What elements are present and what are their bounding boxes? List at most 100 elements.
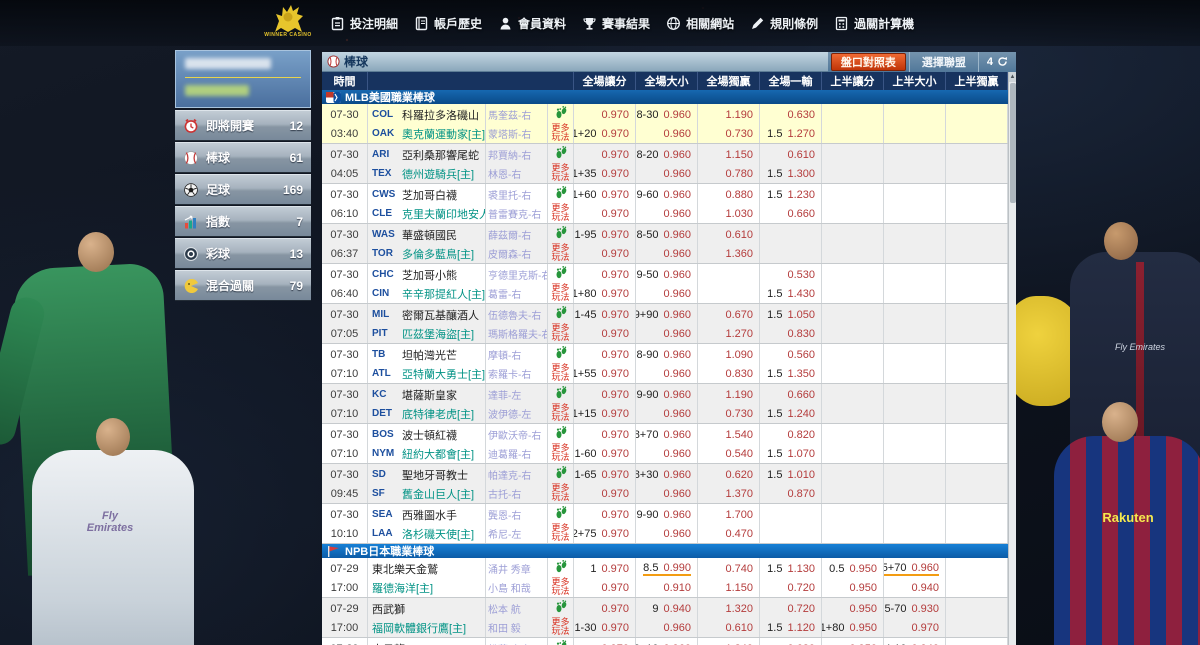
odds-line-home[interactable]	[946, 404, 1007, 423]
odds-line-home[interactable]	[822, 164, 883, 183]
odds-line-away[interactable]: 0.970	[574, 265, 635, 284]
odds-line-away[interactable]	[946, 639, 1007, 645]
more-plays-button[interactable]: 更多玩法	[548, 344, 574, 383]
team-cell[interactable]: BOS波士頓紅襪NYM紐約大都會[主]	[368, 424, 486, 463]
more-plays-button[interactable]: 更多玩法	[548, 224, 574, 263]
sidebar-item-moon[interactable]: 混合過關79	[175, 270, 311, 301]
odds-cell-7[interactable]	[946, 598, 1008, 637]
more-plays-button[interactable]: 更多玩法	[548, 104, 574, 143]
odds-line-home[interactable]: 0.960	[636, 484, 697, 503]
odds-line-home[interactable]	[822, 404, 883, 423]
odds-cell-1[interactable]: 1-650.9700.970	[574, 464, 636, 503]
odds-line-home[interactable]: 1+800.950	[822, 618, 883, 637]
odds-cell-1[interactable]: 0.9701-300.970	[574, 598, 636, 637]
odds-line-away[interactable]	[946, 105, 1007, 124]
odds-line-away[interactable]: 0.670	[698, 305, 759, 324]
odds-line-home[interactable]: 0.960	[636, 618, 697, 637]
odds-line-away[interactable]: 0.530	[760, 265, 821, 284]
odds-cell-4[interactable]: 0.5301.51.430	[760, 264, 822, 303]
odds-cell-1[interactable]: 0.9701+200.970	[574, 104, 636, 143]
odds-cell-2[interactable]: 9-600.9600.960	[636, 184, 698, 223]
odds-line-away[interactable]	[946, 425, 1007, 444]
odds-line-home[interactable]	[884, 444, 945, 463]
odds-line-home[interactable]: 0.960	[636, 244, 697, 263]
team-cell[interactable]: ARI亞利桑那響尾蛇TEX德州遊騎兵[主]	[368, 144, 486, 183]
odds-line-away[interactable]: 0.620	[698, 465, 759, 484]
odds-line-away[interactable]: 8-900.960	[636, 345, 697, 364]
odds-line-home[interactable]: 0.870	[760, 484, 821, 503]
odds-line-home[interactable]: 0.960	[636, 444, 697, 463]
odds-line-away[interactable]	[822, 265, 883, 284]
odds-line-home[interactable]: 0.610	[698, 618, 759, 637]
odds-line-home[interactable]: 1.51.350	[760, 364, 821, 383]
odds-line-home[interactable]	[946, 364, 1007, 383]
team-cell[interactable]: CHC芝加哥小熊CIN辛辛那提紅人[主]	[368, 264, 486, 303]
odds-cell-6[interactable]	[884, 424, 946, 463]
more-plays-button[interactable]: 更多玩法	[548, 638, 574, 645]
odds-line-away[interactable]: 0.970	[574, 345, 635, 364]
scrollbar-thumb[interactable]	[1010, 83, 1016, 203]
odds-cell-4[interactable]: 1.51.0500.830	[760, 304, 822, 343]
more-plays-button[interactable]: 更多玩法	[548, 144, 574, 183]
scrollbar-up-arrow[interactable]: ▲	[1009, 72, 1016, 82]
odds-cell-2[interactable]: 8.50.9900.910	[636, 558, 698, 597]
odds-line-home[interactable]: 0.730	[698, 124, 759, 143]
more-plays-button[interactable]: 更多玩法	[548, 598, 574, 637]
odds-cell-2[interactable]: 8+700.9600.960	[636, 424, 698, 463]
team-cell[interactable]: 中日龍	[368, 638, 486, 645]
odds-cell-7[interactable]	[946, 344, 1008, 383]
odds-line-away[interactable]: 1.51.230	[760, 185, 821, 204]
odds-cell-5[interactable]	[822, 344, 884, 383]
odds-line-home[interactable]: 0.960	[636, 164, 697, 183]
odds-line-home[interactable]: 1+350.970	[574, 164, 635, 183]
odds-cell-6[interactable]	[884, 464, 946, 503]
odds-line-away[interactable]: 1-450.970	[574, 305, 635, 324]
odds-cell-7[interactable]	[946, 504, 1008, 543]
nav-item-book[interactable]: 帳戶歷史	[414, 15, 482, 32]
odds-cell-4[interactable]	[760, 224, 822, 263]
odds-line-home[interactable]	[760, 524, 821, 543]
odds-line-home[interactable]	[884, 204, 945, 223]
select-league-button[interactable]: 選擇聯盟	[910, 52, 978, 72]
odds-cell-4[interactable]: 0.6601.51.240	[760, 384, 822, 423]
odds-line-away[interactable]: 0.950	[822, 599, 883, 618]
odds-line-away[interactable]: 1.51.050	[760, 305, 821, 324]
odds-cell-7[interactable]	[946, 104, 1008, 143]
odds-cell-7[interactable]	[946, 638, 1008, 645]
more-plays-button[interactable]: 更多玩法	[548, 504, 574, 543]
odds-line-home[interactable]	[822, 324, 883, 343]
team-cell[interactable]: 東北樂天金鷲羅德海洋[主]	[368, 558, 486, 597]
odds-cell-1[interactable]: 0.9701+350.970	[574, 144, 636, 183]
odds-cell-5[interactable]	[822, 184, 884, 223]
odds-line-home[interactable]	[946, 578, 1007, 597]
odds-line-home[interactable]: 0.970	[574, 578, 635, 597]
odds-cell-2[interactable]: 8-200.9600.960	[636, 144, 698, 183]
odds-line-home[interactable]	[884, 324, 945, 343]
odds-line-away[interactable]	[946, 185, 1007, 204]
odds-line-away[interactable]: 5-700.930	[884, 599, 945, 618]
more-plays-button[interactable]: 更多玩法	[548, 384, 574, 423]
odds-cell-1[interactable]: 1-950.9700.970	[574, 224, 636, 263]
odds-line-home[interactable]: 0.910	[636, 578, 697, 597]
odds-line-away[interactable]: 0.630	[760, 105, 821, 124]
team-cell[interactable]: SD聖地牙哥教士SF舊金山巨人[主]	[368, 464, 486, 503]
odds-cell-4[interactable]: 0.620	[760, 638, 822, 645]
odds-line-home[interactable]: 0.830	[698, 364, 759, 383]
odds-cell-6[interactable]	[884, 304, 946, 343]
odds-compare-button[interactable]: 盤口對照表	[831, 53, 906, 71]
odds-cell-5[interactable]	[822, 504, 884, 543]
odds-line-away[interactable]: 9-600.960	[636, 185, 697, 204]
odds-line-home[interactable]	[822, 364, 883, 383]
odds-line-home[interactable]: 0.470	[698, 524, 759, 543]
odds-line-away[interactable]	[884, 105, 945, 124]
team-cell[interactable]: WAS華盛頓國民TOR多倫多藍鳥[主]	[368, 224, 486, 263]
odds-line-home[interactable]: 1+550.970	[574, 364, 635, 383]
odds-line-home[interactable]	[822, 124, 883, 143]
odds-cell-4[interactable]: 0.7201.51.120	[760, 598, 822, 637]
odds-line-away[interactable]	[884, 305, 945, 324]
odds-line-away[interactable]	[946, 225, 1007, 244]
odds-line-home[interactable]	[822, 444, 883, 463]
odds-line-home[interactable]	[884, 404, 945, 423]
odds-line-home[interactable]: 0.970	[574, 324, 635, 343]
odds-cell-1[interactable]: 1+600.9700.970	[574, 184, 636, 223]
